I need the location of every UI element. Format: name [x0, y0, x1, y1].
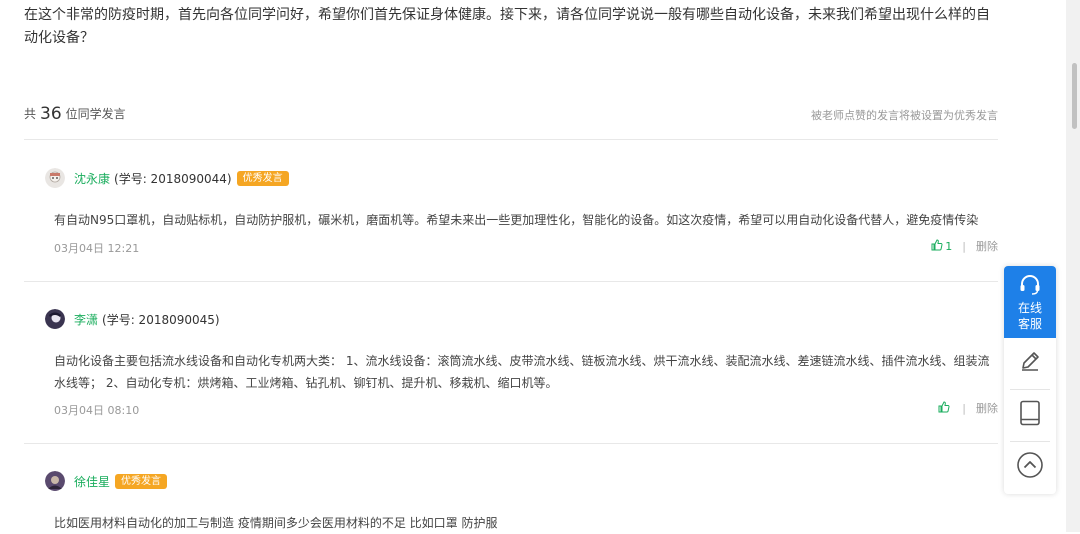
headset-icon: [1018, 274, 1042, 300]
post-actions: 1 | 删除: [931, 238, 998, 254]
edit-icon: [1018, 349, 1042, 377]
back-to-top-button[interactable]: [1004, 442, 1056, 492]
scrollbar-thumb[interactable]: [1072, 63, 1077, 129]
like-button[interactable]: 1: [931, 238, 953, 254]
summary-suffix: 位同学发言: [65, 107, 126, 121]
tablet-icon: [1019, 400, 1041, 430]
divider: [24, 139, 998, 140]
divider: [24, 281, 998, 282]
post-text: 有自动N95口罩机，自动贴标机，自动防护服机，碾米机，磨面机等。希望未来出一些更…: [54, 213, 979, 227]
post-date: 03月04日 08:10: [54, 404, 140, 417]
post-text: 比如医用材料自动化的加工与制造 疫情期间多少会医用材料的不足 比如口罩 防护服: [54, 516, 498, 530]
reply-count: 36: [40, 104, 62, 124]
avatar[interactable]: [45, 471, 65, 491]
post-text: 自动化设备主要包括流水线设备和自动化专机两大类： 1、流水线设备：滚筒流水线、皮…: [54, 354, 990, 390]
thumbs-up-icon: [931, 238, 943, 254]
author-name[interactable]: 沈永康: [74, 170, 110, 187]
mobile-view-button[interactable]: [1004, 390, 1056, 440]
service-label-1: 在线: [1017, 301, 1042, 315]
post-date: 03月04日 12:21: [54, 242, 140, 255]
author-name[interactable]: 李潇: [74, 311, 98, 328]
action-separator: |: [962, 401, 966, 415]
summary-prefix: 共: [24, 107, 37, 121]
delete-link[interactable]: 删除: [976, 400, 998, 416]
post-header: 沈永康 (学号: 2018090044) 优秀发言: [45, 167, 289, 189]
delete-link[interactable]: 删除: [976, 238, 998, 254]
main-panel: 在这个非常的防疫时期，首先向各位同学问好，希望你们首先保证身体健康。接下来，请各…: [0, 0, 1024, 532]
post-header: 李潇 (学号: 2018090045): [45, 308, 220, 330]
discussion-question: 在这个非常的防疫时期，首先向各位同学问好，希望你们首先保证身体健康。接下来，请各…: [24, 7, 990, 46]
excellent-badge: 优秀发言: [236, 170, 289, 186]
thumbs-up-icon: [938, 400, 950, 416]
excellent-badge: 优秀发言: [115, 473, 168, 489]
student-id: (学号: 2018090044): [114, 171, 232, 186]
back-to-top-icon: [1016, 451, 1044, 483]
floating-toolbar: 在线 客服: [1004, 266, 1056, 494]
avatar[interactable]: [45, 309, 65, 329]
excellence-hint: 被老师点赞的发言将被设置为优秀发言: [811, 109, 998, 122]
reply-summary: 共 36 位同学发言 被老师点赞的发言将被设置为优秀发言: [24, 103, 998, 127]
student-id: (学号: 2018090045): [102, 312, 220, 327]
edit-button[interactable]: [1004, 338, 1056, 388]
action-separator: |: [962, 239, 966, 253]
post-header: 徐佳星 优秀发言: [45, 470, 168, 492]
page-scrollbar[interactable]: [1066, 0, 1080, 532]
author-name[interactable]: 徐佳星: [74, 473, 110, 490]
like-button[interactable]: [938, 400, 952, 416]
service-label-2: 客服: [1017, 317, 1042, 331]
post-actions: | 删除: [938, 400, 998, 416]
avatar[interactable]: [45, 168, 65, 188]
like-count: 1: [945, 239, 953, 253]
divider: [24, 443, 998, 444]
online-service-button[interactable]: 在线 客服: [1004, 266, 1056, 338]
